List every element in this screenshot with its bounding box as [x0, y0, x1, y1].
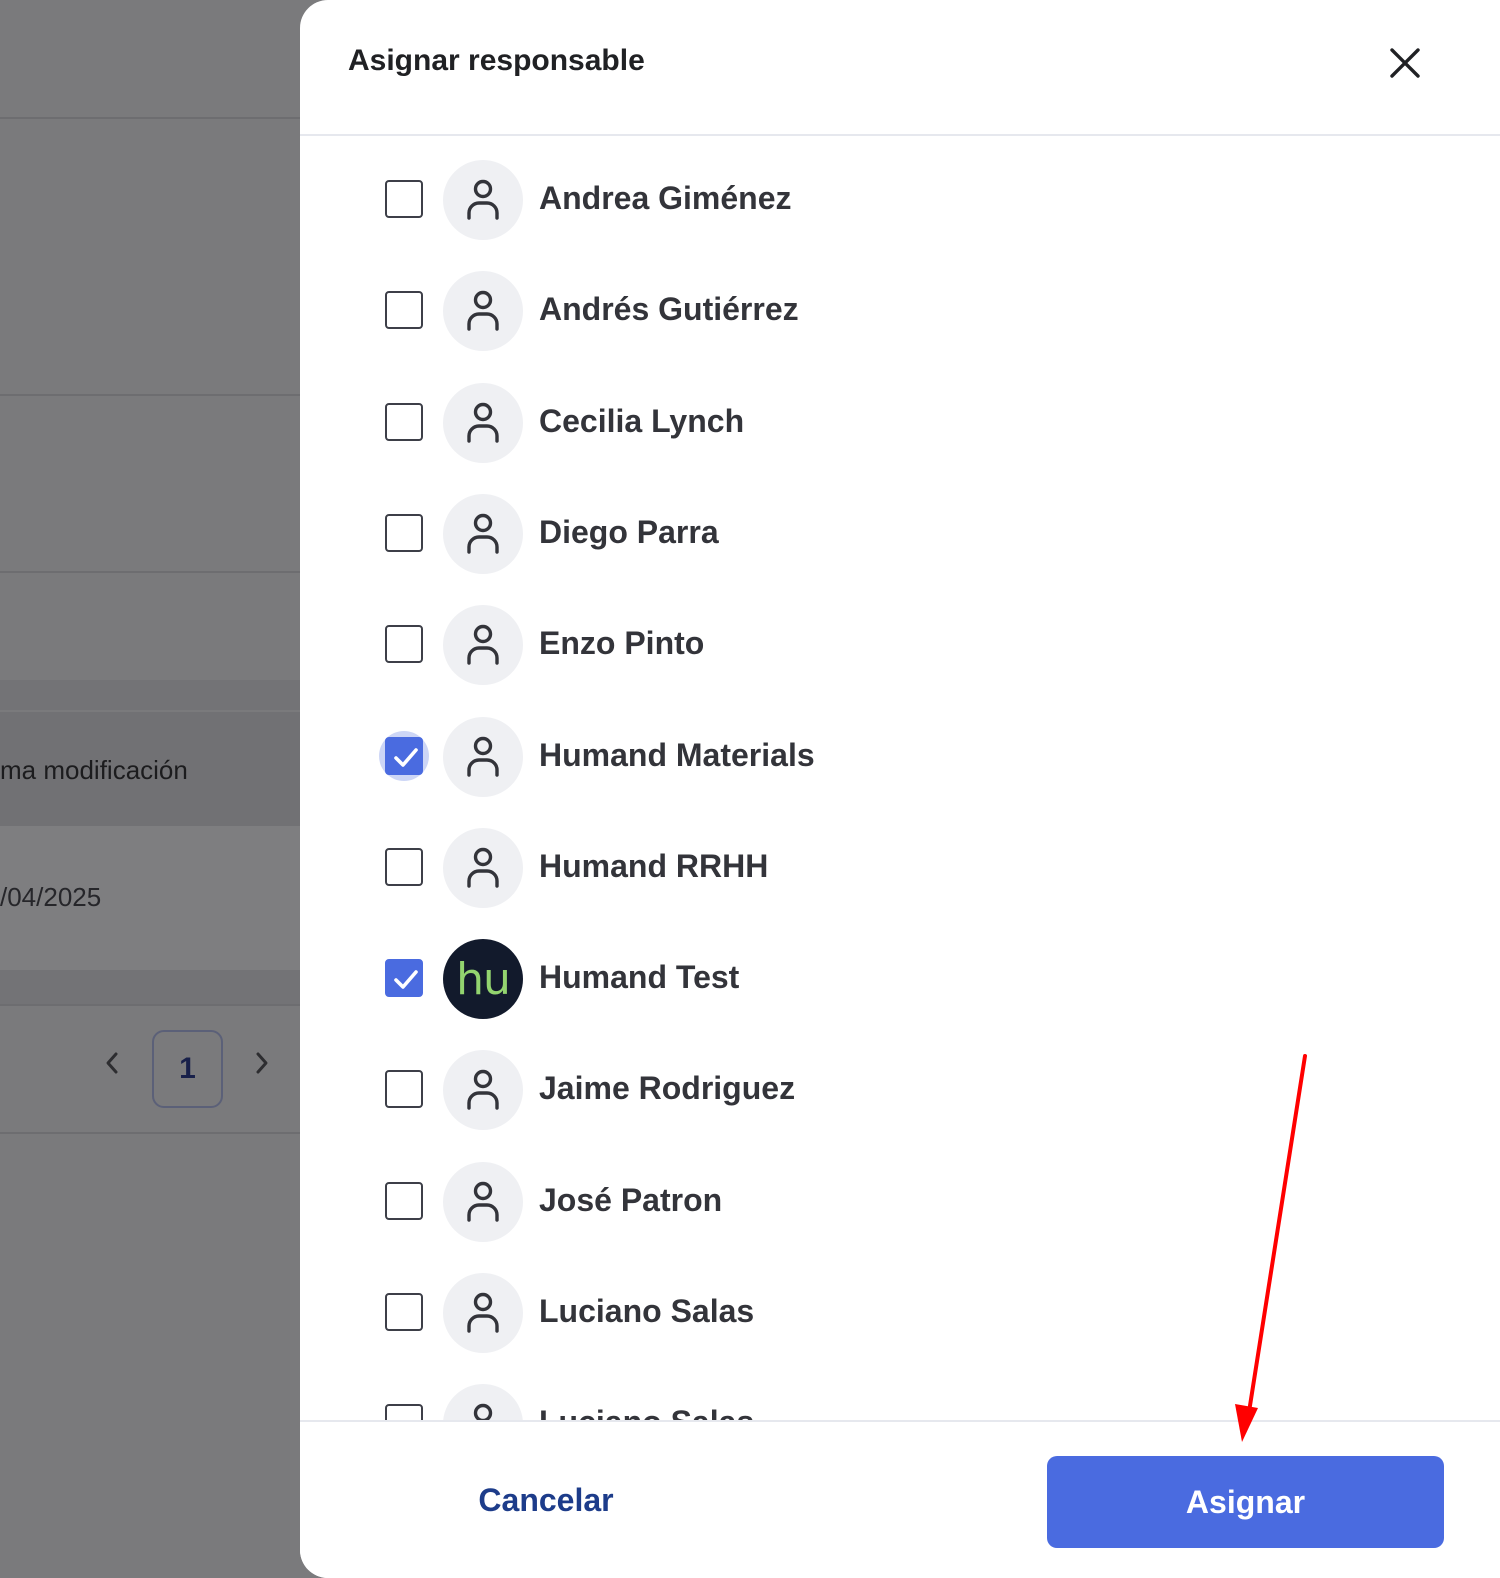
user-icon — [467, 1292, 499, 1333]
divider — [0, 394, 300, 396]
user-row[interactable]: Enzo Pinto — [300, 583, 1500, 694]
user-row[interactable]: Luciano Salas — [300, 1251, 1500, 1362]
user-row[interactable]: Cecilia Lynch — [300, 361, 1500, 472]
user-avatar — [443, 1050, 523, 1131]
checkbox[interactable] — [385, 291, 423, 330]
user-icon — [467, 179, 499, 220]
user-avatar — [443, 827, 523, 908]
chevron-left-icon[interactable] — [100, 1048, 124, 1086]
user-name: Andrea Giménez — [539, 180, 792, 216]
column-header-last-modified: ma modificación — [0, 755, 188, 785]
user-avatar — [443, 493, 523, 574]
user-avatar — [443, 1273, 523, 1353]
user-icon — [467, 1181, 499, 1222]
checkbox[interactable] — [385, 625, 423, 664]
background-page: ma modificación /04/2025 1 — [0, 0, 300, 1578]
user-name: Diego Parra — [539, 513, 719, 550]
user-avatar — [443, 271, 523, 352]
brand-avatar-text: hu — [456, 953, 511, 1005]
user-icon — [467, 291, 499, 331]
pagination-current-page[interactable]: 1 — [152, 1030, 223, 1108]
table-spacer — [0, 970, 300, 1004]
checkbox[interactable] — [385, 1404, 423, 1420]
drawer-title: Asignar responsable — [348, 44, 645, 77]
drawer-header: Asignar responsable — [300, 0, 1500, 136]
checkbox[interactable] — [385, 513, 423, 552]
assign-owner-drawer: Asignar responsable Andrea Giménez Andrés… — [300, 0, 1500, 1578]
user-avatar — [443, 716, 523, 797]
user-icon — [467, 402, 499, 443]
user-row[interactable]: Jaime Rodriguez — [300, 1028, 1500, 1139]
user-name: Jaime Rodriguez — [539, 1070, 796, 1107]
user-icon — [473, 1404, 493, 1420]
checkbox[interactable] — [385, 847, 423, 886]
user-row[interactable]: Diego Parra — [300, 472, 1500, 583]
user-avatar — [443, 605, 523, 686]
user-icon — [467, 736, 499, 777]
user-avatar — [443, 1384, 523, 1420]
user-name: Enzo Pinto — [539, 625, 705, 662]
checkbox-checked[interactable] — [385, 959, 423, 998]
drawer-footer: Cancelar Asignar — [300, 1420, 1500, 1578]
user-icon — [467, 1070, 499, 1111]
user-row[interactable]: Luciano Salas — [300, 1362, 1500, 1420]
checkbox[interactable] — [385, 1293, 423, 1331]
user-name: Luciano Salas — [539, 1293, 755, 1329]
cancel-button[interactable]: Cancelar — [446, 1478, 646, 1522]
user-avatar — [443, 160, 523, 240]
user-name: Humand RRHH — [539, 847, 769, 884]
chevron-right-icon[interactable] — [250, 1048, 274, 1086]
user-name: Humand Test — [539, 959, 740, 996]
close-button[interactable] — [1384, 42, 1426, 84]
user-name: Andrés Gutiérrez — [539, 291, 799, 328]
user-list[interactable]: Andrea Giménez Andrés Gutiérrez Cecilia Ly… — [300, 138, 1500, 1420]
user-name: Cecilia Lynch — [539, 402, 745, 439]
user-row[interactable]: hu Humand Test — [300, 917, 1500, 1028]
divider — [0, 571, 300, 573]
user-avatar — [443, 382, 523, 463]
assign-button[interactable]: Asignar — [1047, 1456, 1444, 1548]
user-row[interactable]: Andrea Giménez — [300, 138, 1500, 249]
user-icon — [467, 513, 499, 554]
user-name: José Patron — [539, 1181, 723, 1218]
divider — [0, 117, 300, 119]
user-icon — [467, 847, 499, 888]
checkbox[interactable] — [385, 1070, 423, 1109]
user-row[interactable]: Humand Materials — [300, 695, 1500, 806]
table-spacer — [0, 680, 300, 710]
user-icon — [467, 624, 499, 665]
checkbox-checked[interactable] — [385, 736, 423, 775]
cell-date: /04/2025 — [0, 882, 102, 912]
user-row[interactable]: Andrés Gutiérrez — [300, 249, 1500, 360]
divider — [0, 1004, 300, 1006]
divider — [0, 1132, 300, 1134]
checkbox[interactable] — [385, 402, 423, 441]
checkbox[interactable] — [385, 1181, 423, 1220]
user-avatar — [443, 1161, 523, 1242]
user-name: Luciano Salas — [539, 1404, 754, 1420]
user-name: Humand Materials — [539, 736, 815, 773]
brand-avatar: hu — [443, 939, 523, 1020]
user-row[interactable]: Humand RRHH — [300, 806, 1500, 917]
user-row[interactable]: José Patron — [300, 1140, 1500, 1251]
close-icon — [1390, 48, 1420, 78]
checkbox[interactable] — [385, 180, 423, 218]
